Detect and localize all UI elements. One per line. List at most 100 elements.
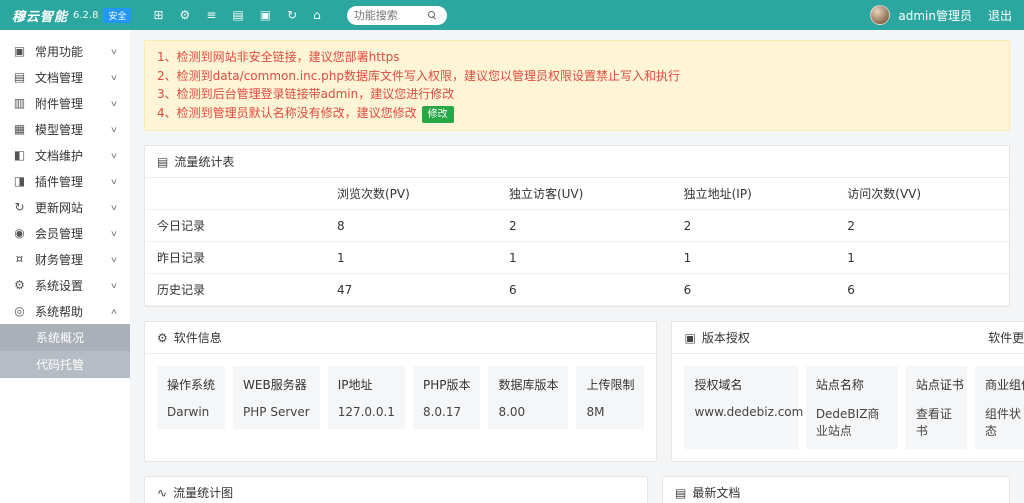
sidebar-item-document-maintenance[interactable]: ◧ 文档维护 ∨	[0, 142, 130, 168]
username-label[interactable]: admin管理员	[898, 7, 972, 24]
cell-pv: 8	[325, 210, 497, 242]
view-cert-link[interactable]: 查看证书	[916, 405, 957, 439]
info-box-upload-limit: 上传限制 8M	[576, 366, 644, 429]
sidebar-item-plugin-management[interactable]: ◨ 插件管理 ∨	[0, 168, 130, 194]
plugin-icon: ◨	[13, 174, 26, 188]
col-ip: 独立地址(IP)	[672, 178, 836, 210]
modules-icon[interactable]: ⊞	[153, 8, 163, 22]
info-label: WEB服务器	[243, 376, 310, 393]
list-icon[interactable]: ≡	[206, 8, 216, 22]
chevron-up-icon: ∧	[110, 307, 118, 316]
bottom-cards-row: ∿ 流量统计图 2520151050 ▤ 最新文档 这是一篇测试文章60000 …	[144, 462, 1010, 503]
sidebar-item-label: 财务管理	[35, 251, 83, 268]
traffic-chart-card: ∿ 流量统计图 2520151050	[144, 476, 648, 503]
component-status-link[interactable]: 组件状态	[985, 405, 1024, 439]
search-box[interactable]	[347, 6, 447, 25]
info-label: PHP版本	[423, 376, 471, 393]
info-box-os: 操作系统 Darwin	[157, 366, 225, 429]
sidebar-item-finance-management[interactable]: ¤ 财务管理 ∨	[0, 246, 130, 272]
card-header: ⚙ 软件信息	[145, 322, 656, 354]
sidebar-item-label: 系统设置	[35, 277, 83, 294]
folder-icon[interactable]: ▣	[260, 8, 271, 22]
cell-vv: 1	[835, 242, 1009, 274]
info-box-site-name: 站点名称 DedeBIZ商业站点	[806, 366, 898, 449]
col-empty	[145, 178, 325, 210]
info-value: PHP Server	[243, 405, 310, 419]
card-title: 软件信息	[174, 329, 222, 346]
sidebar-item-system-settings[interactable]: ⚙ 系统设置 ∨	[0, 272, 130, 298]
row-label: 昨日记录	[145, 242, 325, 274]
info-box-db-version: 数据库版本 8.00	[488, 366, 568, 429]
alert-line: 3、检测到后台管理登录链接带admin，建议您进行修改	[157, 85, 997, 104]
sidebar-item-attachment-management[interactable]: ▥ 附件管理 ∨	[0, 90, 130, 116]
info-icon: ◎	[13, 304, 26, 318]
alert-line: 2、检测到data/common.inc.php数据库文件写入权限，建议您以管理…	[157, 67, 997, 86]
search-icon[interactable]	[428, 11, 436, 19]
sidebar-item-member-management[interactable]: ◉ 会员管理 ∨	[0, 220, 130, 246]
chevron-down-icon: ∨	[110, 203, 118, 212]
sidebar-item-label: 系统帮助	[35, 303, 83, 320]
monitor-icon: ▣	[13, 44, 26, 58]
line-chart-icon: ∿	[157, 486, 167, 500]
col-vv: 访问次数(VV)	[835, 178, 1009, 210]
sidebar-subitem-system-overview[interactable]: 系统概况	[0, 324, 130, 351]
card-title: 最新文档	[692, 484, 740, 501]
sidebar-item-model-management[interactable]: ▦ 模型管理 ∨	[0, 116, 130, 142]
gear-icon[interactable]: ⚙	[180, 8, 191, 22]
home-icon[interactable]: ⌂	[313, 8, 321, 22]
info-box-licensed-domain: 授权域名 www.dedebiz.com	[684, 366, 797, 449]
info-value: Darwin	[167, 405, 215, 419]
info-label: 站点证书	[916, 376, 957, 393]
info-value: 8.00	[498, 405, 558, 419]
refresh-icon[interactable]: ↻	[287, 8, 297, 22]
info-label: IP地址	[338, 376, 395, 393]
sidebar-item-common-functions[interactable]: ▣ 常用功能 ∨	[0, 38, 130, 64]
model-icon: ▦	[13, 122, 26, 136]
info-label: 上传限制	[586, 376, 634, 393]
col-pv: 浏览次数(PV)	[325, 178, 497, 210]
license-card: ▣ 版本授权 软件更新 授权域名 www.dedebiz.com 站点名称 De…	[671, 321, 1024, 462]
cell-vv: 2	[835, 210, 1009, 242]
refresh-icon: ↻	[13, 200, 26, 214]
sidebar-item-update-site[interactable]: ↻ 更新网站 ∨	[0, 194, 130, 220]
card-title: 流量统计图	[173, 484, 233, 501]
security-badge: 安全	[103, 8, 131, 23]
info-box-ip: IP地址 127.0.0.1	[328, 366, 405, 429]
info-value: DedeBIZ商业站点	[816, 405, 888, 439]
search-input[interactable]	[354, 9, 426, 22]
cell-uv: 1	[497, 242, 672, 274]
main-content: 1、检测到网站非安全链接，建议您部署https 2、检测到data/common…	[130, 30, 1024, 503]
sidebar-item-label: 常用功能	[35, 43, 83, 60]
info-value: 127.0.0.1	[338, 405, 395, 419]
topbar-user-area: admin管理员 退出	[870, 5, 1012, 25]
lock-icon: ▣	[684, 331, 695, 345]
card-header: ▣ 版本授权 软件更新	[672, 322, 1024, 354]
sidebar-subitem-code-hosting[interactable]: 代码托管	[0, 351, 130, 378]
attachment-icon: ▥	[13, 96, 26, 110]
card-title: 流量统计表	[174, 153, 234, 170]
software-update-link[interactable]: 软件更新	[988, 329, 1024, 346]
cell-vv: 6	[835, 274, 1009, 306]
fix-button[interactable]: 修改	[422, 106, 454, 124]
sidebar-item-label: 更新网站	[35, 199, 83, 216]
chart-icon[interactable]: ▤	[232, 8, 243, 22]
alert-line: 4、检测到管理员默认名称没有修改，建议您修改修改	[157, 104, 997, 124]
info-value: www.dedebiz.com	[694, 405, 787, 419]
info-box-web-server: WEB服务器 PHP Server	[233, 366, 320, 429]
sidebar-item-system-help[interactable]: ◎ 系统帮助 ∧	[0, 298, 130, 324]
avatar[interactable]	[870, 5, 890, 25]
sidebar-item-document-management[interactable]: ▤ 文档管理 ∨	[0, 64, 130, 90]
info-label: 站点名称	[816, 376, 888, 393]
info-label: 操作系统	[167, 376, 215, 393]
chevron-down-icon: ∨	[110, 255, 118, 264]
info-label: 数据库版本	[498, 376, 558, 393]
table-header-row: 浏览次数(PV) 独立访客(UV) 独立地址(IP) 访问次数(VV)	[145, 178, 1009, 210]
topbar-icon-group: ⊞ ⚙ ≡ ▤ ▣ ↻ ⌂	[153, 8, 320, 22]
logout-button[interactable]: 退出	[988, 7, 1012, 24]
info-value: 8M	[586, 405, 634, 419]
cell-pv: 47	[325, 274, 497, 306]
alert-line-text: 4、检测到管理员默认名称没有修改，建议您修改	[157, 106, 417, 120]
chevron-down-icon: ∨	[110, 73, 118, 82]
brand-logo: 穆云智能	[12, 6, 68, 25]
gear-icon: ⚙	[13, 278, 26, 292]
